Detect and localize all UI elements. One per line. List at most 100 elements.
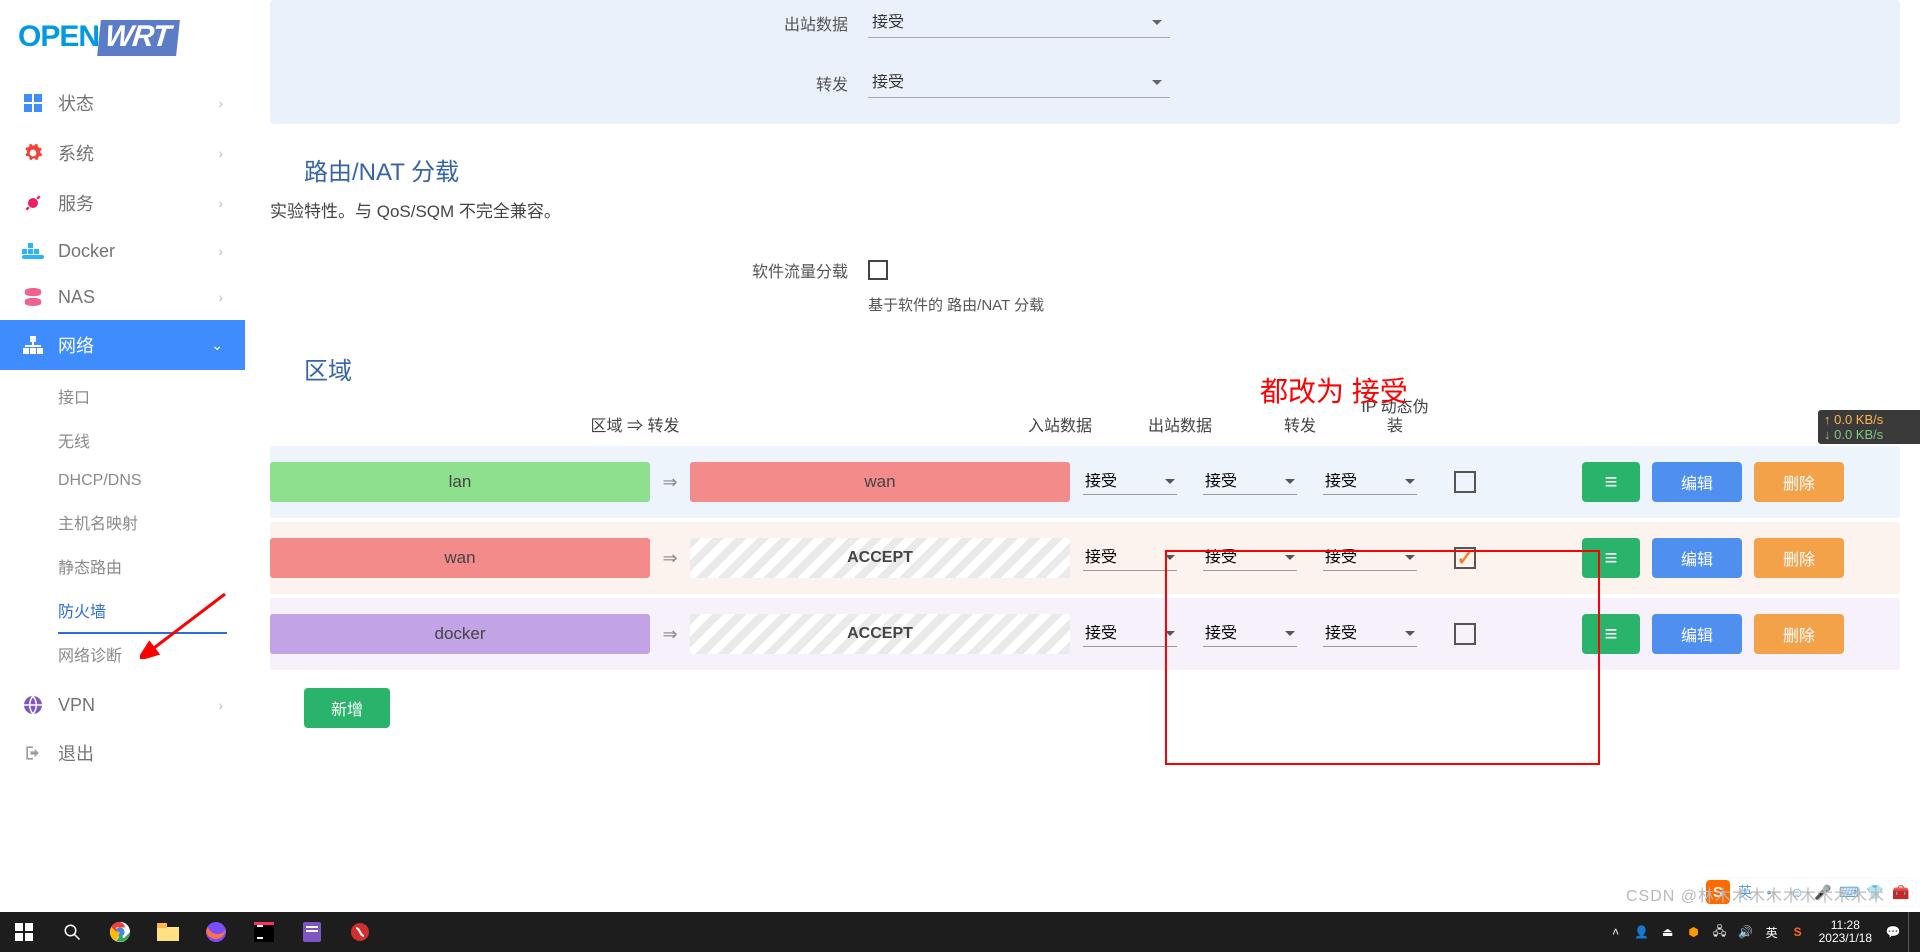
logo-wrt: WRT <box>97 20 180 56</box>
offload-section-desc: 实验特性。与 QoS/SQM 不完全兼容。 <box>270 193 1900 230</box>
zone-output-select[interactable]: 接受 <box>1203 621 1297 647</box>
chevron-right-icon: › <box>218 195 223 211</box>
zones-section-title: 区域 <box>270 323 1900 392</box>
tray-shield-icon[interactable]: ⬢ <box>1683 912 1705 952</box>
tray-notifications-icon[interactable]: 💬 <box>1882 912 1904 952</box>
submenu-wireless[interactable]: 无线 <box>0 418 245 462</box>
search-icon[interactable] <box>48 912 96 952</box>
chevron-right-icon: › <box>218 697 223 713</box>
windows-taskbar[interactable]: ˄ 👤 ⏏ ⬢ 🖧 🔊 英 S 11:28 2023/1/18 💬 <box>0 912 1920 952</box>
tray-ime-icon[interactable]: 英 <box>1761 912 1783 952</box>
zone-name-chip: wan <box>270 538 650 578</box>
sidebar-item-services[interactable]: 服务 › <box>0 178 245 228</box>
sidebar-item-docker[interactable]: Docker › <box>0 228 245 274</box>
soft-offload-checkbox[interactable] <box>868 260 888 280</box>
logo[interactable]: OPENWRT <box>0 0 245 78</box>
zone-menu-button[interactable]: ≡ <box>1582 614 1640 654</box>
masq-checkbox[interactable] <box>1454 471 1476 493</box>
sidebar-item-nas[interactable]: NAS › <box>0 274 245 320</box>
masq-checkbox[interactable]: ✓ <box>1454 547 1476 569</box>
offload-section-title: 路由/NAT 分载 <box>270 124 1900 193</box>
arrow-icon: ⇒ <box>650 472 690 493</box>
sidebar-item-label: 系统 <box>58 140 94 166</box>
netspeed-down: ↓ 0.0 KB/s <box>1824 427 1914 442</box>
taskbar-app-icon[interactable] <box>336 912 384 952</box>
zone-output-select[interactable]: 接受 <box>1203 469 1297 495</box>
start-button[interactable] <box>0 912 48 952</box>
zone-delete-button[interactable]: 删除 <box>1754 462 1844 502</box>
sidebar-item-label: VPN <box>58 695 95 716</box>
masq-checkbox[interactable] <box>1454 623 1476 645</box>
chevron-right-icon: › <box>218 289 223 305</box>
sidebar-item-label: 服务 <box>58 190 94 216</box>
tray-network-icon[interactable]: 🖧 <box>1709 912 1731 952</box>
chevron-right-icon: › <box>218 95 223 111</box>
sidebar-item-label: Docker <box>58 241 115 262</box>
outbound-select[interactable]: 接受 <box>868 8 1170 38</box>
soft-offload-label: 软件流量分载 <box>270 258 868 282</box>
zone-forward-select[interactable]: 接受 <box>1323 469 1417 495</box>
zone-delete-button[interactable]: 删除 <box>1754 538 1844 578</box>
sidebar-item-label: 退出 <box>58 740 94 766</box>
show-desktop-button[interactable] <box>1908 912 1914 952</box>
zones-header-zone: 区域 ⇒ 转发 <box>270 412 1000 436</box>
gear-icon <box>22 142 44 164</box>
tray-volume-icon[interactable]: 🔊 <box>1735 912 1757 952</box>
sidebar: OPENWRT 状态 › 系统 › 服务 › Docker › NAS › 网络… <box>0 0 245 952</box>
zones-header-out: 出站数据 <box>1120 412 1240 436</box>
zone-name-chip: lan <box>270 462 650 502</box>
sidebar-item-system[interactable]: 系统 › <box>0 128 245 178</box>
sidebar-item-label: 状态 <box>58 90 94 116</box>
sidebar-item-network[interactable]: 网络 ⌄ <box>0 320 245 370</box>
sidebar-item-vpn[interactable]: VPN › <box>0 682 245 728</box>
globe-icon <box>22 694 44 716</box>
zone-output-select[interactable]: 接受 <box>1203 545 1297 571</box>
add-zone-button[interactable]: 新增 <box>304 688 390 728</box>
zone-input-select[interactable]: 接受 <box>1083 545 1177 571</box>
taskbar-notes-icon[interactable] <box>288 912 336 952</box>
zones-header: 区域 ⇒ 转发 入站数据 出站数据 转发 IP 动态伪装 <box>270 392 1900 446</box>
submenu-interfaces[interactable]: 接口 <box>0 374 245 418</box>
chevron-down-icon: ⌄ <box>211 337 223 354</box>
zone-forward-select[interactable]: 接受 <box>1323 621 1417 647</box>
zone-forward-select[interactable]: 接受 <box>1323 545 1417 571</box>
zone-input-select[interactable]: 接受 <box>1083 621 1177 647</box>
general-settings-card: 出站数据 接受 转发 接受 <box>270 0 1900 124</box>
sidebar-item-label: NAS <box>58 287 95 308</box>
annotation-text: 都改为 接受 <box>1260 370 1408 410</box>
arrow-icon: ⇒ <box>650 548 690 569</box>
taskbar-intellij-icon[interactable] <box>240 912 288 952</box>
logout-icon <box>22 742 44 764</box>
tray-people-icon[interactable]: 👤 <box>1631 912 1653 952</box>
zone-edit-button[interactable]: 编辑 <box>1652 462 1742 502</box>
chevron-right-icon: › <box>218 145 223 161</box>
submenu-static-routes[interactable]: 静态路由 <box>0 544 245 588</box>
zone-forward-accept: ACCEPT <box>690 614 1070 654</box>
taskbar-clock[interactable]: 11:28 2023/1/18 <box>1813 919 1878 945</box>
sidebar-item-status[interactable]: 状态 › <box>0 78 245 128</box>
tray-eject-icon[interactable]: ⏏ <box>1657 912 1679 952</box>
zone-name-chip: docker <box>270 614 650 654</box>
zone-edit-button[interactable]: 编辑 <box>1652 538 1742 578</box>
zone-edit-button[interactable]: 编辑 <box>1652 614 1742 654</box>
forward-select[interactable]: 接受 <box>868 68 1170 98</box>
zone-row: docker ⇒ ACCEPT 接受 接受 接受 ≡ 编辑 删除 <box>270 598 1900 670</box>
tray-chevron-up-icon[interactable]: ˄ <box>1605 912 1627 952</box>
zone-menu-button[interactable]: ≡ <box>1582 538 1640 578</box>
ime-toolbox-icon[interactable]: 🧰 <box>1890 881 1912 903</box>
sidebar-item-logout[interactable]: 退出 <box>0 728 245 778</box>
netspeed-up: ↑ 0.0 KB/s <box>1824 412 1914 427</box>
submenu-dhcp-dns[interactable]: DHCP/DNS <box>0 462 245 500</box>
zone-menu-button[interactable]: ≡ <box>1582 462 1640 502</box>
zone-forward-target: wan <box>690 462 1070 502</box>
zones-header-in: 入站数据 <box>1000 412 1120 436</box>
forward-label: 转发 <box>270 71 868 95</box>
tray-sogou-icon[interactable]: S <box>1787 912 1809 952</box>
docker-icon <box>22 240 44 262</box>
taskbar-chrome-icon[interactable] <box>96 912 144 952</box>
taskbar-explorer-icon[interactable] <box>144 912 192 952</box>
zone-delete-button[interactable]: 删除 <box>1754 614 1844 654</box>
taskbar-firefox-icon[interactable] <box>192 912 240 952</box>
zone-input-select[interactable]: 接受 <box>1083 469 1177 495</box>
submenu-hostnames[interactable]: 主机名映射 <box>0 500 245 544</box>
